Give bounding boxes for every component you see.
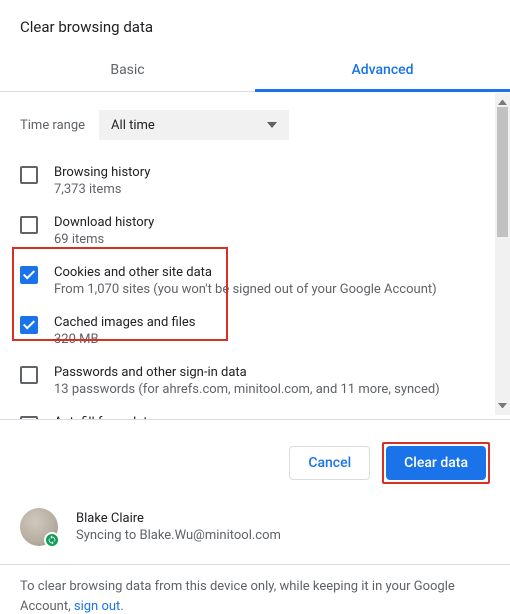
item-label: Download history (54, 215, 154, 230)
annotation-highlight-button: Clear data (382, 442, 490, 484)
checkbox-autofill[interactable] (20, 416, 38, 419)
checkbox-download-history[interactable] (20, 216, 38, 234)
list-item: Download history 69 items (20, 206, 490, 256)
chevron-down-icon (267, 122, 277, 128)
time-range-value: All time (111, 118, 155, 133)
sync-badge-icon (44, 532, 60, 548)
time-range-select[interactable]: All time (99, 110, 289, 140)
item-sub: From 1,070 sites (you won't be signed ou… (54, 282, 437, 297)
avatar (20, 508, 58, 546)
time-range-label: Time range (20, 118, 85, 133)
checkbox-cookies[interactable] (20, 266, 38, 284)
account-sync: Syncing to Blake.Wu@minitool.com (76, 528, 281, 543)
cancel-button[interactable]: Cancel (289, 446, 370, 480)
tab-basic[interactable]: Basic (0, 50, 255, 91)
account-name: Blake Claire (76, 511, 281, 526)
scroll-area: Time range All time Browsing history 7,3… (0, 92, 510, 419)
dialog-title: Clear browsing data (0, 0, 510, 50)
checkbox-cache[interactable] (20, 316, 38, 334)
dialog-body: Time range All time Browsing history 7,3… (0, 92, 510, 419)
footer-note: To clear browsing data from this device … (0, 565, 510, 614)
list-item: Cookies and other site data From 1,070 s… (20, 256, 490, 306)
item-label: Passwords and other sign-in data (54, 365, 440, 380)
item-label: Cookies and other site data (54, 265, 437, 280)
account-text: Blake Claire Syncing to Blake.Wu@minitoo… (76, 511, 281, 543)
list-item: Passwords and other sign-in data 13 pass… (20, 356, 490, 406)
list-item: Cached images and files 320 MB (20, 306, 490, 356)
scroll-down-icon[interactable] (498, 403, 507, 412)
item-sub: 69 items (54, 232, 154, 247)
note-suffix: . (120, 599, 123, 614)
scrollbar-thumb[interactable] (497, 107, 508, 237)
list-item: Autofill form data (20, 406, 490, 419)
footer-buttons: Cancel Clear data (0, 420, 510, 502)
item-sub: 320 MB (54, 332, 195, 347)
item-sub: 7,373 items (54, 182, 150, 197)
item-sub: 13 passwords (for ahrefs.com, minitool.c… (54, 382, 440, 397)
items-list: Browsing history 7,373 items Download hi… (0, 156, 510, 419)
list-item: Browsing history 7,373 items (20, 156, 490, 206)
time-range-row: Time range All time (0, 92, 510, 156)
sign-out-link[interactable]: sign out (74, 599, 120, 614)
account-row: Blake Claire Syncing to Blake.Wu@minitoo… (0, 502, 510, 564)
tab-advanced[interactable]: Advanced (255, 50, 510, 92)
scroll-up-icon[interactable] (498, 96, 507, 105)
item-label: Cached images and files (54, 315, 195, 330)
item-label: Browsing history (54, 165, 150, 180)
item-label: Autofill form data (54, 415, 155, 419)
clear-data-button[interactable]: Clear data (386, 446, 486, 480)
checkbox-passwords[interactable] (20, 366, 38, 384)
clear-browsing-data-dialog: Clear browsing data Basic Advanced Time … (0, 0, 510, 614)
checkbox-browsing-history[interactable] (20, 166, 38, 184)
tabs: Basic Advanced (0, 50, 510, 92)
scrollbar[interactable] (495, 93, 510, 415)
